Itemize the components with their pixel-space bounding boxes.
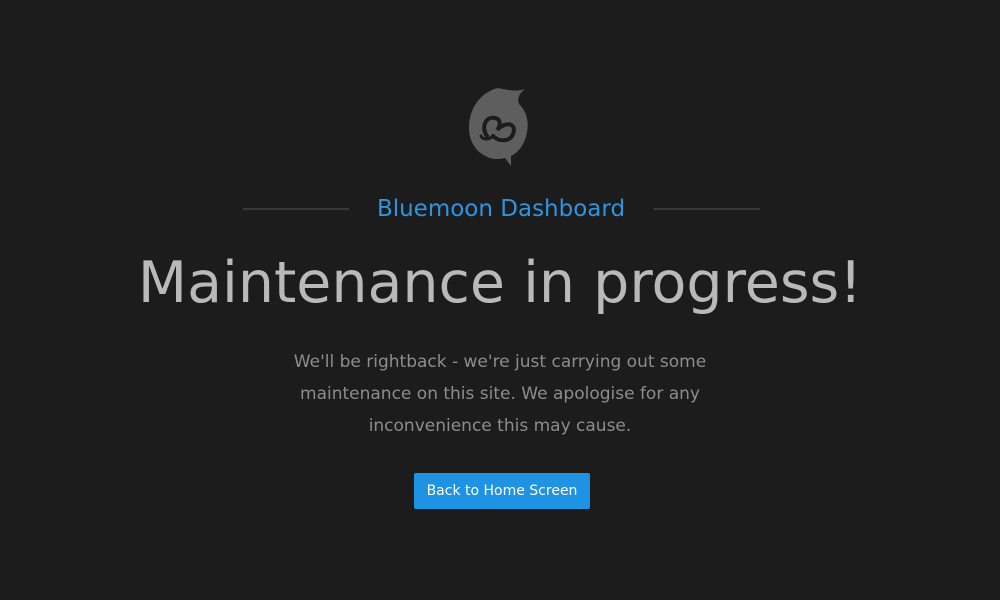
bluemoon-logo-icon (467, 84, 529, 168)
maintenance-message: We'll be rightback - we're just carrying… (293, 352, 707, 436)
page-title: Maintenance in progress! (137, 250, 863, 316)
maintenance-page: Bluemoon Dashboard Maintenance in progre… (0, 0, 1000, 600)
brand-row: Bluemoon Dashboard (0, 190, 1000, 228)
divider-left (243, 208, 349, 210)
divider-right (654, 208, 760, 210)
back-to-home-button[interactable]: Back to Home Screen (414, 473, 590, 509)
brand-title: Bluemoon Dashboard (376, 196, 626, 222)
